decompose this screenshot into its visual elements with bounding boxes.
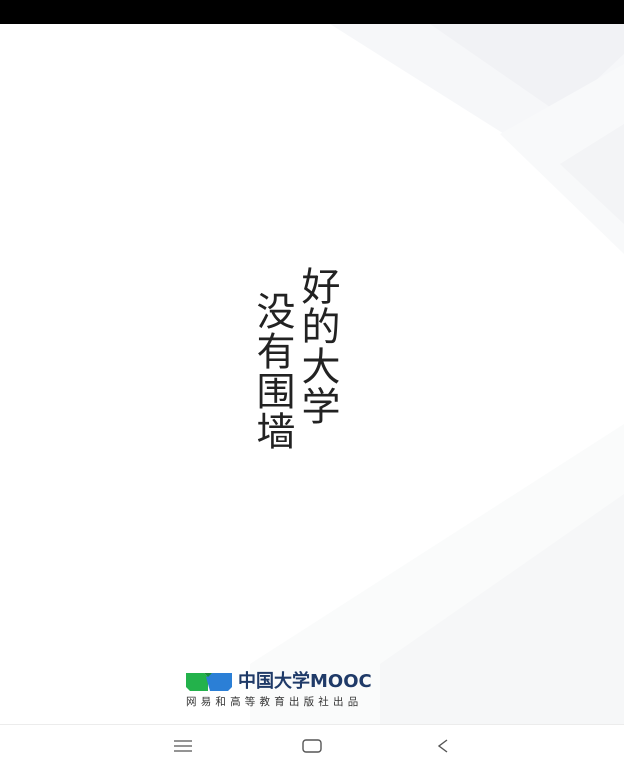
brand-block: 中国大学MOOC 网易和高等教育出版社出品 bbox=[186, 671, 446, 711]
splash-screen: 好的大学 没有围墙 中国大学MOOC 网易和高等教育出版社出品 bbox=[0, 0, 624, 767]
status-bar bbox=[0, 0, 624, 24]
back-icon bbox=[437, 739, 448, 753]
mooc-logo-icon bbox=[186, 673, 232, 691]
tagline-line-1: 好的大学 bbox=[295, 266, 340, 426]
menu-icon bbox=[174, 740, 192, 752]
brand-name: 中国大学MOOC bbox=[238, 671, 372, 692]
back-button[interactable] bbox=[423, 733, 463, 759]
menu-button[interactable] bbox=[163, 733, 203, 759]
brand-subtitle: 网易和高等教育出版社出品 bbox=[186, 696, 363, 708]
home-button[interactable] bbox=[292, 733, 332, 759]
splash-tagline: 好的大学 没有围墙 bbox=[250, 176, 340, 516]
tagline-line-2: 没有围墙 bbox=[250, 291, 295, 451]
home-icon bbox=[302, 739, 322, 753]
system-nav-bar bbox=[0, 724, 624, 767]
